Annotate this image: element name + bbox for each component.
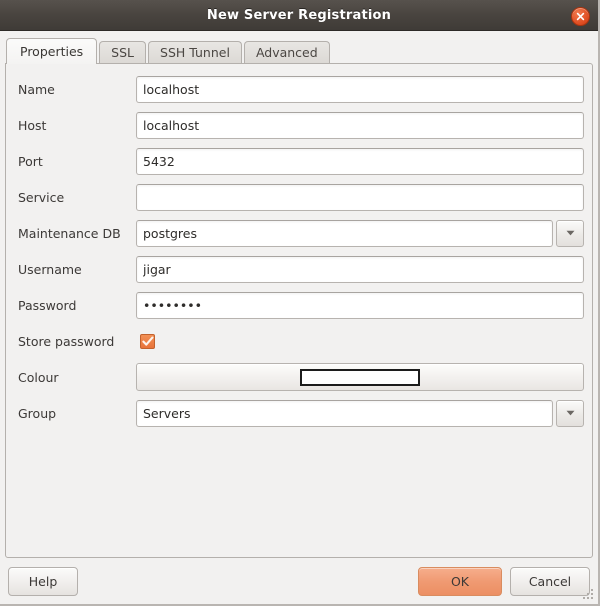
group-input[interactable] [136, 399, 553, 427]
tab-ssl-label: SSL [111, 45, 135, 60]
row-username: Username [14, 254, 584, 284]
service-input[interactable] [136, 183, 584, 211]
tab-properties[interactable]: Properties [6, 38, 98, 64]
row-service: Service [14, 182, 584, 212]
ok-button[interactable]: OK [418, 566, 502, 596]
window-title: New Server Registration [206, 7, 392, 23]
tab-ssh-tunnel-label: SSH Tunnel [160, 45, 230, 60]
group-label: Group [18, 405, 57, 421]
password-label: Password [18, 297, 77, 313]
service-label: Service [18, 189, 65, 205]
host-label: Host [18, 117, 47, 133]
host-input[interactable] [136, 111, 584, 139]
resize-grip[interactable] [581, 587, 595, 601]
port-field-area [136, 147, 584, 175]
chevron-down-icon[interactable] [556, 399, 584, 427]
row-group: Group [14, 398, 584, 428]
name-field-area [136, 75, 584, 103]
cancel-button[interactable]: Cancel [510, 566, 590, 596]
row-colour: Colour [14, 362, 584, 392]
username-input[interactable] [136, 255, 584, 283]
port-input[interactable] [136, 147, 584, 175]
name-label: Name [18, 81, 55, 97]
new-server-registration-dialog: New Server Registration Properties SSL S… [0, 0, 600, 606]
maintenance-db-combobox[interactable] [136, 219, 584, 247]
password-input[interactable] [136, 291, 584, 319]
row-host: Host [14, 110, 584, 140]
group-combobox[interactable] [136, 399, 584, 427]
host-field-area [136, 111, 584, 139]
check-icon [141, 336, 153, 346]
colour-picker-button[interactable] [136, 363, 584, 391]
username-field-area [136, 255, 584, 283]
dialog-action-bar: Help OK Cancel [0, 558, 598, 604]
maintenance-db-field-area [136, 219, 584, 247]
close-icon[interactable] [571, 7, 590, 26]
row-password: Password [14, 290, 584, 320]
row-store-password: Store password [14, 326, 584, 356]
maintenance-db-label: Maintenance DB [18, 225, 121, 241]
title-bar: New Server Registration [0, 0, 598, 31]
tab-advanced-label: Advanced [255, 45, 318, 60]
group-field-area [136, 399, 584, 427]
help-button[interactable]: Help [8, 566, 78, 596]
colour-label: Colour [18, 369, 59, 385]
name-input[interactable] [136, 75, 584, 103]
row-name: Name [14, 74, 584, 104]
maintenance-db-input[interactable] [136, 219, 553, 247]
chevron-down-icon[interactable] [556, 219, 584, 247]
store-password-checkbox[interactable] [140, 333, 155, 349]
tab-ssh-tunnel[interactable]: SSH Tunnel [148, 41, 242, 63]
password-field-area [136, 291, 584, 319]
properties-panel: Name Host Port Service Maintenance DB [5, 63, 593, 558]
store-password-label: Store password [18, 333, 115, 349]
colour-swatch [300, 368, 420, 386]
service-field-area [136, 183, 584, 211]
username-label: Username [18, 261, 82, 277]
colour-field-area [136, 363, 584, 391]
port-label: Port [18, 153, 43, 169]
row-maintenance-db: Maintenance DB [14, 218, 584, 248]
row-port: Port [14, 146, 584, 176]
tab-ssl[interactable]: SSL [99, 41, 147, 63]
tab-strip: Properties SSL SSH Tunnel Advanced [0, 31, 598, 64]
tab-advanced[interactable]: Advanced [243, 41, 330, 63]
tab-properties-label: Properties [20, 44, 84, 59]
store-password-field-area [136, 327, 584, 355]
